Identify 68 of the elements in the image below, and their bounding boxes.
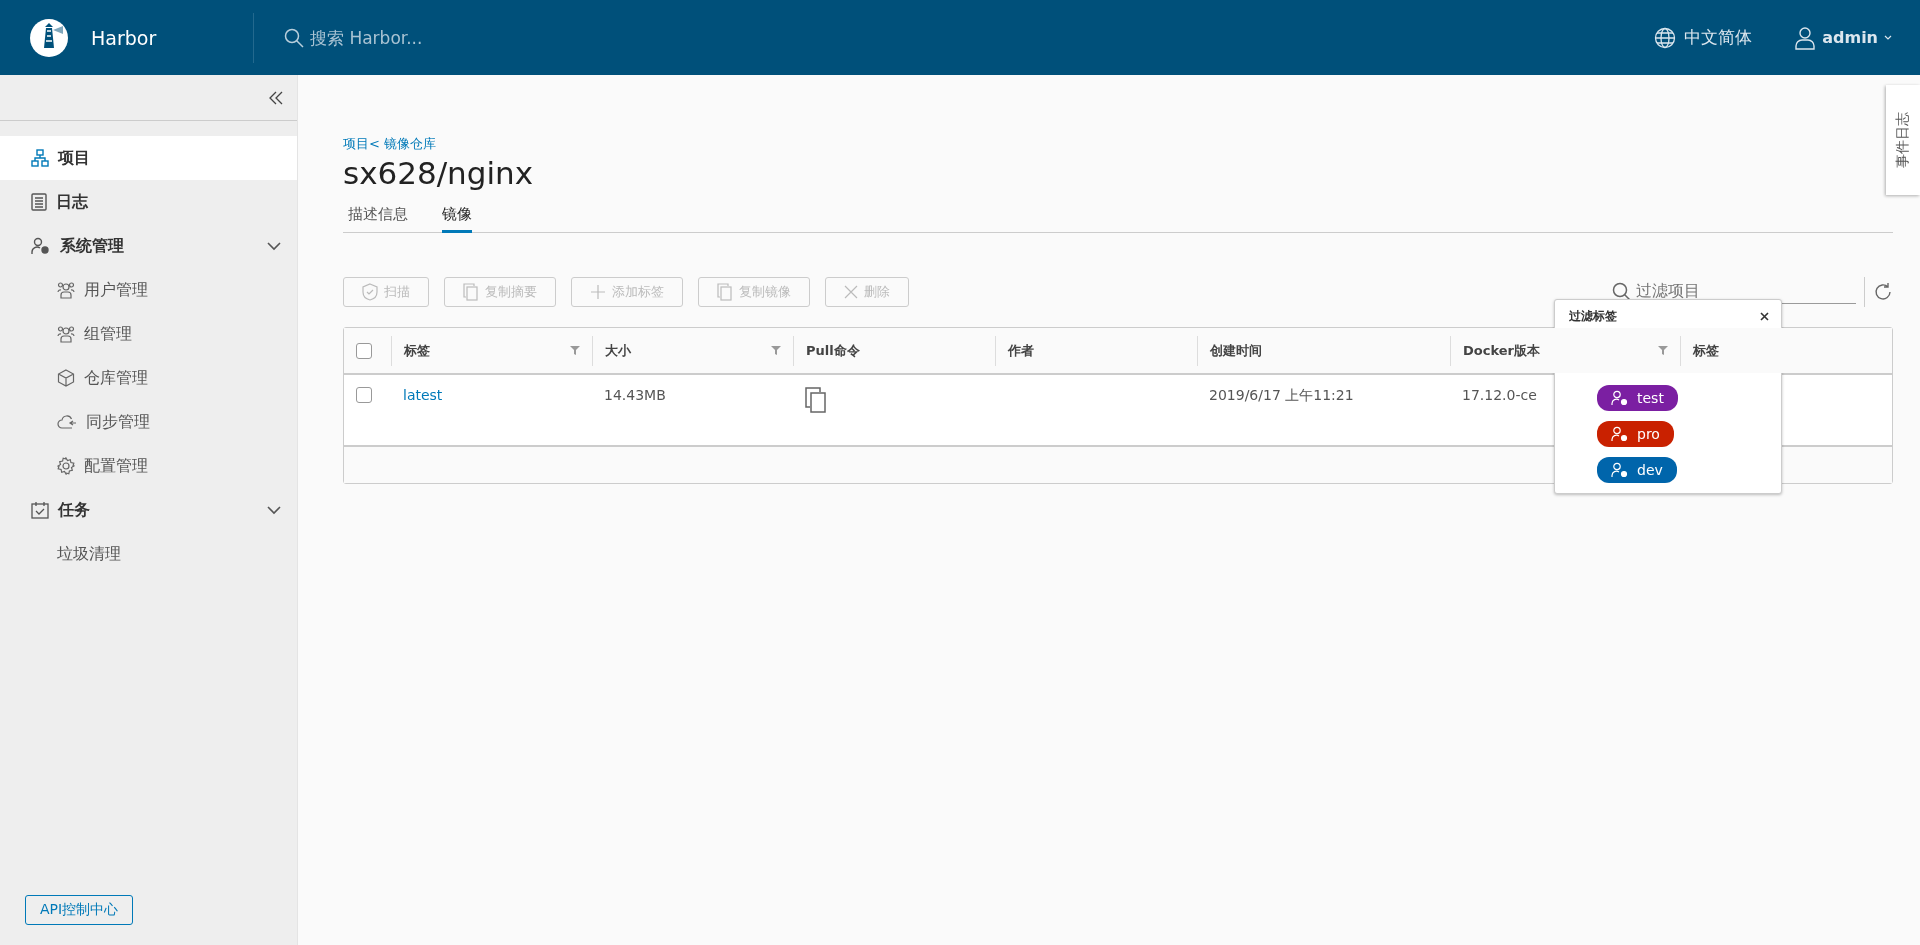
shield-icon	[362, 283, 378, 301]
column-header: 创建时间	[1210, 341, 1262, 360]
page-title: sx628/nginx	[343, 155, 535, 191]
search-icon	[284, 27, 304, 48]
chevron-down-icon	[267, 505, 281, 515]
search-field[interactable]: 搜索 Harbor...	[308, 26, 612, 49]
column-header: 大小	[605, 341, 631, 360]
breadcrumb[interactable]: 项目< 镜像仓库	[343, 135, 437, 153]
column-header: Docker版本	[1463, 341, 1540, 360]
sidebar-item[interactable]: 项目	[0, 136, 297, 180]
copy-icon	[463, 283, 479, 301]
caret-icon	[1884, 34, 1892, 41]
label-chip[interactable]: test	[1597, 385, 1678, 411]
close-icon[interactable]	[1760, 312, 1769, 321]
gear-icon	[57, 457, 75, 475]
sidebar-item[interactable]: 垃圾清理	[0, 532, 297, 576]
column-header: 作者	[1008, 341, 1034, 360]
select-all-checkbox[interactable]	[356, 342, 372, 359]
user-gear-icon	[1611, 426, 1629, 442]
tab[interactable]: 镜像	[442, 201, 472, 233]
row-checkbox[interactable]	[356, 387, 372, 403]
collapse-icon[interactable]	[269, 90, 283, 105]
sidebar-item[interactable]: 配置管理	[0, 444, 297, 488]
user-icon	[1794, 25, 1817, 50]
close-icon	[844, 285, 858, 299]
user-gear-icon	[31, 237, 51, 255]
sidebar-item[interactable]: 任务	[0, 488, 297, 532]
sidebar-item[interactable]: 用户管理	[0, 268, 297, 312]
popup-title: 过滤标签	[1569, 308, 1617, 325]
label-chip[interactable]: pro	[1597, 421, 1674, 447]
api-center-button[interactable]: API控制中心	[25, 895, 134, 925]
cloud-icon	[57, 414, 77, 430]
search-icon	[1612, 282, 1632, 302]
language-link[interactable]: 中文简体	[1684, 26, 1753, 49]
sidebar-item[interactable]: 同步管理	[0, 400, 297, 444]
sitemap-icon	[31, 149, 49, 167]
table-cell: 17.12.0-ce	[1462, 387, 1537, 403]
tab[interactable]: 描述信息	[348, 201, 408, 233]
user-gear-icon	[1611, 462, 1629, 478]
cube-icon	[57, 369, 75, 387]
column-header: 标签	[1693, 341, 1719, 360]
lighthouse-logo-icon	[29, 17, 69, 58]
sidebar-item[interactable]: 组管理	[0, 312, 297, 356]
users-icon	[57, 325, 75, 343]
column-header: 标签	[404, 341, 430, 360]
column-header: Pull命令	[806, 341, 860, 360]
chevron-down-icon	[267, 241, 281, 251]
user-gear-icon	[1611, 390, 1629, 406]
filter-icon[interactable]	[1658, 346, 1668, 355]
filter-icon[interactable]	[771, 346, 781, 355]
brand-name: Harbor	[91, 26, 157, 49]
sidebar-item[interactable]: 日志	[0, 180, 297, 224]
user-menu[interactable]: admin	[1822, 28, 1878, 47]
copy-icon[interactable]	[805, 387, 827, 413]
copy-icon	[717, 283, 733, 301]
label-chip[interactable]: dev	[1597, 457, 1677, 483]
users-icon	[57, 281, 75, 299]
table-cell: 14.43MB	[604, 387, 666, 403]
sidebar-item[interactable]: 仓库管理	[0, 356, 297, 400]
sidebar-item[interactable]: 系统管理	[0, 224, 297, 268]
table-cell: 2019/6/17 上午11:21	[1209, 387, 1354, 403]
tag-link[interactable]: latest	[403, 387, 443, 403]
document-icon	[31, 193, 47, 211]
plus-icon	[590, 284, 606, 300]
filter-icon[interactable]	[570, 346, 580, 355]
calendar-check-icon	[31, 501, 49, 519]
refresh-icon[interactable]	[1873, 282, 1893, 302]
globe-icon	[1654, 26, 1677, 49]
